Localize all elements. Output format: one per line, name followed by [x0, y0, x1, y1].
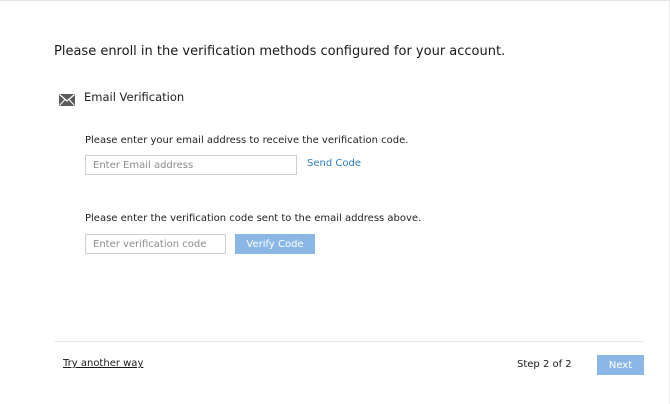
next-button[interactable]: Next: [597, 355, 644, 375]
email-verification-method: Email Verification: [59, 90, 185, 106]
send-code-link[interactable]: Send Code: [307, 158, 361, 169]
try-another-way-link[interactable]: Try another way: [63, 358, 143, 369]
email-instruction: Please enter your email address to recei…: [85, 135, 409, 146]
email-input[interactable]: [85, 155, 297, 175]
code-instruction: Please enter the verification code sent …: [85, 213, 422, 224]
footer-divider: [54, 341, 644, 342]
verification-code-input[interactable]: [85, 234, 226, 254]
mail-icon: [59, 91, 75, 106]
verify-code-button[interactable]: Verify Code: [235, 234, 315, 254]
method-label: Email Verification: [84, 90, 185, 104]
step-indicator: Step 2 of 2: [517, 359, 572, 370]
enrollment-panel: Please enroll in the verification method…: [0, 0, 670, 404]
page-heading: Please enroll in the verification method…: [54, 44, 506, 59]
